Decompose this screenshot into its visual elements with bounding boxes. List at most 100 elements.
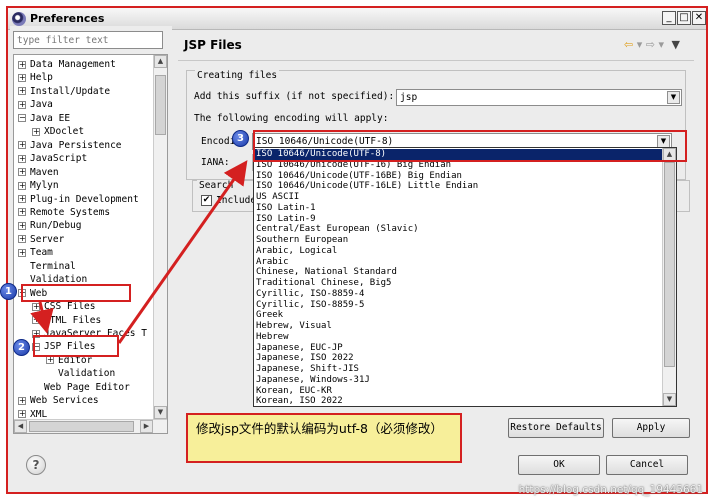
- encoding-option[interactable]: Southern European: [254, 235, 662, 246]
- tree-item[interactable]: Web Page Editor: [32, 381, 130, 394]
- minimize-button[interactable]: _: [662, 11, 676, 25]
- scroll-down-icon[interactable]: ▼: [154, 406, 167, 419]
- encoding-option[interactable]: Hebrew, Visual: [254, 321, 662, 332]
- expand-icon[interactable]: +: [18, 235, 26, 244]
- encoding-option[interactable]: Greek: [254, 310, 662, 321]
- expand-icon[interactable]: +: [32, 127, 40, 136]
- expand-icon[interactable]: +: [18, 60, 26, 69]
- tree-item[interactable]: + Team: [18, 246, 53, 259]
- expand-icon[interactable]: +: [18, 154, 26, 163]
- encoding-option[interactable]: US ASCII: [254, 192, 662, 203]
- encoding-scroll-thumb[interactable]: [664, 162, 675, 367]
- scroll-left-icon[interactable]: ◀: [14, 420, 27, 433]
- chevron-down-icon[interactable]: ▼: [667, 91, 680, 104]
- tree-item[interactable]: − Java EE: [18, 112, 70, 125]
- encoding-option[interactable]: ISO Latin-9: [254, 214, 662, 225]
- tree-item[interactable]: Terminal: [18, 260, 76, 273]
- expand-icon[interactable]: +: [18, 87, 26, 96]
- expand-icon[interactable]: +: [18, 208, 26, 217]
- encoding-list-scrollbar[interactable]: ▲ ▼: [662, 148, 676, 406]
- expand-icon[interactable]: +: [18, 396, 26, 405]
- ok-button[interactable]: OK: [518, 455, 600, 475]
- expand-icon[interactable]: +: [18, 141, 26, 150]
- cancel-button[interactable]: Cancel: [606, 455, 688, 475]
- encoding-option[interactable]: Cyrillic, ISO-8859-4: [254, 289, 662, 300]
- encoding-dropdown-list[interactable]: ISO 10646/Unicode(UTF-8) ISO 10646/Unicod…: [253, 147, 677, 407]
- tree-item-label: Maven: [30, 166, 59, 178]
- back-menu-icon[interactable]: ▾: [637, 38, 643, 51]
- expand-icon[interactable]: +: [32, 316, 40, 325]
- tree-item[interactable]: + Web Services: [18, 394, 99, 407]
- encoding-option[interactable]: Japanese, EUC-JP: [254, 343, 662, 354]
- iana-label: IANA:: [201, 157, 230, 168]
- encoding-option[interactable]: Central/East European (Slavic): [254, 224, 662, 235]
- tree-vertical-scrollbar[interactable]: ▲ ▼: [153, 55, 167, 419]
- tree-item[interactable]: + Remote Systems: [18, 206, 110, 219]
- forward-menu-icon[interactable]: ▾: [659, 38, 665, 51]
- preferences-sidebar: + Data Management + Help + Install/Update + Jav…: [10, 26, 172, 434]
- tree-item[interactable]: + Plug-in Development: [18, 193, 139, 206]
- eclipse-app-icon: [12, 12, 26, 26]
- tree-item[interactable]: Validation: [46, 367, 115, 380]
- maximize-button[interactable]: □: [677, 11, 691, 25]
- expand-icon[interactable]: +: [18, 195, 26, 203]
- view-menu-icon[interactable]: ▼: [672, 38, 680, 51]
- expand-icon[interactable]: +: [18, 248, 26, 257]
- tree-item[interactable]: + Help: [18, 71, 53, 84]
- include-checkbox[interactable]: ✔: [201, 195, 212, 206]
- forward-arrow-icon[interactable]: ⇨: [646, 38, 655, 51]
- encoding-option[interactable]: ISO 10646/Unicode(UTF-16LE) Little Endia…: [254, 181, 662, 192]
- tree-horizontal-scrollbar[interactable]: ◀ ▶: [14, 419, 167, 433]
- encoding-option[interactable]: Korean, EUC-KR: [254, 386, 662, 397]
- tree-item-label: Java: [30, 99, 53, 111]
- scroll-up-icon[interactable]: ▲: [154, 55, 167, 68]
- filter-input[interactable]: [13, 31, 163, 49]
- tree-item[interactable]: + Server: [18, 233, 64, 246]
- tree-item[interactable]: + JavaScript: [18, 152, 87, 165]
- encoding-option[interactable]: Cyrillic, ISO-8859-5: [254, 300, 662, 311]
- tree-item[interactable]: + Run/Debug: [18, 219, 81, 232]
- collapse-icon[interactable]: −: [18, 114, 26, 123]
- encoding-option[interactable]: ISO 10646/Unicode(UTF-16BE) Big Endian: [254, 171, 662, 182]
- suffix-select[interactable]: jsp ▼: [396, 89, 682, 106]
- encoding-note: The following encoding will apply:: [194, 113, 389, 124]
- scroll-right-icon[interactable]: ▶: [140, 420, 153, 433]
- expand-icon[interactable]: +: [18, 410, 26, 419]
- tree-scroll-thumb[interactable]: [155, 75, 166, 135]
- encoding-option[interactable]: Arabic, Logical: [254, 246, 662, 257]
- encoding-option[interactable]: Japanese, Windows-31J: [254, 375, 662, 386]
- encoding-option[interactable]: Japanese, ISO 2022: [254, 353, 662, 364]
- encoding-option[interactable]: Arabic: [254, 257, 662, 268]
- expand-icon[interactable]: +: [18, 100, 26, 109]
- encoding-option[interactable]: ISO Latin-1: [254, 203, 662, 214]
- help-icon[interactable]: ?: [26, 455, 46, 475]
- tree-item-label: Mylyn: [30, 180, 59, 192]
- expand-icon[interactable]: +: [18, 73, 26, 82]
- encoding-option[interactable]: Traditional Chinese, Big5: [254, 278, 662, 289]
- tree-item[interactable]: + Mylyn: [18, 179, 59, 192]
- encoding-option[interactable]: Chinese, National Standard: [254, 267, 662, 278]
- tree-item[interactable]: + Install/Update: [18, 85, 110, 98]
- tree-item[interactable]: + Maven: [18, 166, 59, 179]
- close-button[interactable]: ✕: [692, 11, 706, 25]
- apply-button[interactable]: Apply: [612, 418, 690, 438]
- back-arrow-icon[interactable]: ⇦: [624, 38, 633, 51]
- expand-icon[interactable]: +: [32, 302, 40, 311]
- tree-item[interactable]: + XDoclet: [32, 125, 84, 138]
- encoding-option[interactable]: Hebrew: [254, 332, 662, 343]
- restore-defaults-button[interactable]: Restore Defaults: [508, 418, 604, 438]
- tree-item[interactable]: + CSS Files: [32, 300, 95, 313]
- tree-hscroll-thumb[interactable]: [29, 421, 134, 432]
- tree-item[interactable]: + Java Persistence: [18, 139, 122, 152]
- encoding-option[interactable]: Japanese, Shift-JIS: [254, 364, 662, 375]
- tree-item[interactable]: + Data Management: [18, 58, 116, 71]
- expand-icon[interactable]: +: [18, 168, 26, 177]
- tree-item[interactable]: + Java: [18, 98, 53, 111]
- tree-item[interactable]: + HTML Files: [32, 314, 101, 327]
- tree-item-label: Plug-in Development: [30, 193, 139, 205]
- expand-icon[interactable]: +: [18, 221, 26, 230]
- scroll-down-icon[interactable]: ▼: [663, 393, 676, 406]
- encoding-option[interactable]: Korean, ISO 2022: [254, 396, 662, 406]
- expand-icon[interactable]: +: [18, 181, 26, 190]
- expand-icon[interactable]: +: [46, 356, 54, 365]
